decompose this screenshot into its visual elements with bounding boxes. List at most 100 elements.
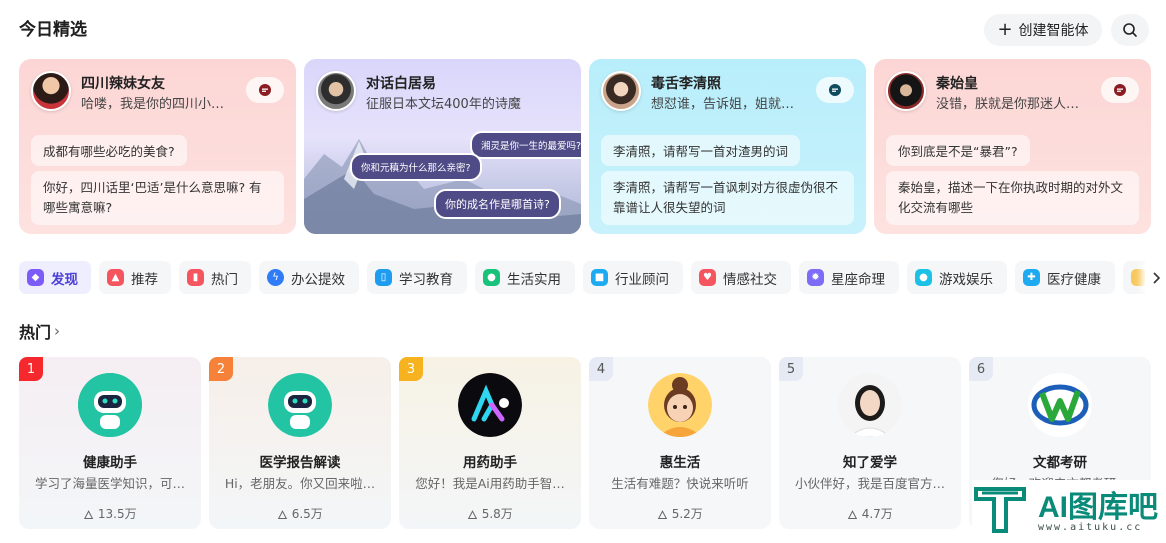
tab-label: 发现 — [51, 271, 78, 288]
avatar — [886, 71, 926, 111]
agent-greeting: 没错，朕就是你那迷人… — [936, 97, 1080, 112]
tab-label: 推荐 — [131, 271, 158, 288]
tab-discover[interactable]: ◆ 发现 — [19, 261, 91, 294]
search-button[interactable] — [1111, 14, 1149, 46]
girl-avatar-icon — [648, 373, 712, 437]
agent-name: 用药助手 — [463, 455, 517, 471]
portrait-avatar — [838, 373, 902, 437]
flame-icon: 🜂 — [277, 508, 288, 522]
robot-avatar — [268, 373, 332, 437]
robot-avatar — [78, 373, 142, 437]
create-agent-button[interactable]: + 创建智能体 — [984, 14, 1102, 46]
featured-card-qinshihuang[interactable]: 秦始皇 没错，朕就是你那迷人… 你到底是不是“暴君”? 秦始皇，描述一下在你执政… — [874, 59, 1151, 234]
featured-card-liqingzhao[interactable]: 毒舌李清照 想怼谁，告诉姐，姐就… 李清照，请帮写一首对渣男的词 李清照，请帮写… — [589, 59, 866, 234]
suggested-question[interactable]: 李清照，请帮写一首讽刺对方很虚伪很不靠谱让人很失望的词 — [601, 171, 854, 225]
watermark-text: AI图库吧 — [1038, 491, 1158, 524]
suggested-question[interactable]: 李清照，请帮写一首对渣男的词 — [601, 135, 801, 166]
usage-count-value: 4.7万 — [861, 507, 893, 521]
lightning-icon: ϟ — [267, 269, 284, 286]
usage-count: 🜂 5.2万 — [589, 501, 771, 526]
chat-button[interactable] — [246, 77, 284, 103]
scroll-right-button[interactable] — [1145, 261, 1166, 294]
tab-medical[interactable]: ✚ 医疗健康 — [1015, 261, 1115, 294]
header: 今日精选 + 创建智能体 — [19, 14, 1166, 47]
thumbs-up-icon: ▲ — [107, 269, 124, 286]
suggested-question[interactable]: 成都有哪些必吃的美食? — [31, 135, 187, 166]
agent-name: 文都考研 — [1033, 455, 1087, 471]
avatar — [31, 71, 71, 111]
agent-name: 秦始皇 — [936, 76, 978, 92]
hot-card[interactable]: 5 知了爱学 小伙伴好，我是百度官方… 🜂 4.7万 — [779, 357, 961, 529]
wendu-logo — [1028, 373, 1092, 437]
page-title: 今日精选 — [19, 20, 87, 40]
usage-count: 🜂 13.5万 — [19, 501, 201, 526]
create-agent-label: 创建智能体 — [1018, 23, 1089, 39]
hot-section-header[interactable]: 热门 › — [19, 319, 60, 343]
rank-badge: 5 — [779, 357, 803, 381]
category-tabs: ◆ 发现 ▲ 推荐 ▮ 热门 ϟ 办公提效 ▯ 学习教育 ● 生活实用 ■ 行业顾问 ♥ 情感社… — [19, 261, 1166, 294]
usage-count-value: 5.2万 — [671, 507, 703, 521]
medication-logo — [458, 373, 522, 437]
chat-bubble-icon — [1114, 84, 1126, 96]
agent-name: 医学报告解读 — [259, 455, 341, 471]
featured-card-sichuan[interactable]: 四川辣妹女友 哈喽，我是你的四川小… 成都有哪些必吃的美食? 你好，四川话里‘巴… — [19, 59, 296, 234]
featured-card-baijuyi[interactable]: 对话白居易 征服日本文坛400年的诗魔 湘灵是你一生的最爱吗? 你和元稹为什么那… — [304, 59, 581, 234]
woman-avatar-icon — [838, 373, 902, 437]
hot-card[interactable]: 3 用药助手 您好！我是Ai用药助手智… 🜂 5.8万 — [399, 357, 581, 529]
question-bubble[interactable]: 你的成名作是哪首诗? — [434, 189, 561, 219]
robot-icon — [268, 373, 332, 437]
agent-name: 毒舌李清照 — [651, 76, 721, 92]
chat-button[interactable] — [816, 77, 854, 103]
tab-label: 游戏娱乐 — [939, 271, 993, 288]
chat-bubble-icon — [259, 84, 271, 96]
book-icon: ▯ — [375, 269, 392, 286]
suggested-question[interactable]: 你好，四川话里‘巴适’是什么意思嘛? 有哪些寓意嘛? — [31, 171, 284, 225]
agent-name: 惠生活 — [659, 455, 701, 471]
question-bubble[interactable]: 湘灵是你一生的最爱吗? — [470, 131, 581, 159]
watermark-url: www.aituku.cc — [1038, 522, 1143, 533]
tab-education[interactable]: ▯ 学习教育 — [367, 261, 467, 294]
tab-hot[interactable]: ▮ 热门 — [179, 261, 251, 294]
usage-count-value: 13.5万 — [97, 507, 137, 521]
flame-icon: 🜂 — [657, 508, 668, 522]
usage-count-value: 6.5万 — [291, 507, 323, 521]
tab-industry[interactable]: ■ 行业顾问 — [583, 261, 683, 294]
cartoon-avatar — [648, 373, 712, 437]
chevron-right-icon — [1152, 271, 1160, 284]
tab-office[interactable]: ϟ 办公提效 — [259, 261, 359, 294]
tab-label: 医疗健康 — [1047, 271, 1101, 288]
hot-card[interactable]: 1 健康助手 学习了海量医学知识，可… 🜂 13.5万 — [19, 357, 201, 529]
tab-label: 办公提效 — [291, 271, 345, 288]
suggested-question[interactable]: 秦始皇，描述一下在你执政时期的对外文化交流有哪些 — [886, 171, 1139, 225]
watermark-logo-icon — [974, 487, 1026, 533]
hot-card[interactable]: 4 惠生活 生活有难题？快说来听听 🜂 5.2万 — [589, 357, 771, 529]
avatar — [601, 71, 641, 111]
tab-emotion[interactable]: ♥ 情感社交 — [691, 261, 791, 294]
tab-games[interactable]: ● 游戏娱乐 — [907, 261, 1007, 294]
question-bubble[interactable]: 你和元稹为什么那么亲密? — [350, 153, 482, 181]
tab-astrology[interactable]: ✹ 星座命理 — [799, 261, 899, 294]
suggested-question[interactable]: 你到底是不是“暴君”? — [886, 135, 1030, 166]
agent-greeting: 征服日本文坛400年的诗魔 — [366, 97, 521, 112]
tab-life[interactable]: ● 生活实用 — [475, 261, 575, 294]
chat-button[interactable] — [1101, 77, 1139, 103]
tab-label: 生活实用 — [507, 271, 561, 288]
gamepad-icon: ● — [915, 269, 932, 286]
search-icon — [1123, 23, 1137, 37]
hot-card[interactable]: 2 医学报告解读 Hi，老朋友。你又回来啦… 🜂 6.5万 — [209, 357, 391, 529]
rank-badge: 1 — [19, 357, 43, 381]
briefcase-icon: ■ — [591, 269, 608, 286]
usage-count: 🜂 5.8万 — [399, 501, 581, 526]
star-gear-icon: ✹ — [807, 269, 824, 286]
tab-label: 行业顾问 — [615, 271, 669, 288]
heart-card-icon: ♥ — [699, 269, 716, 286]
usage-count: 🜂 6.5万 — [209, 501, 391, 526]
usage-count-value: 5.8万 — [481, 507, 513, 521]
tab-recommend[interactable]: ▲ 推荐 — [99, 261, 171, 294]
agent-desc: 您好！我是Ai用药助手智… — [415, 476, 565, 491]
flame-icon: 🜂 — [847, 508, 858, 522]
flame-icon: 🜂 — [467, 508, 478, 522]
flame-icon: 🜂 — [83, 508, 94, 522]
chevron-right-icon: › — [54, 322, 61, 340]
tab-label: 热门 — [211, 271, 238, 288]
